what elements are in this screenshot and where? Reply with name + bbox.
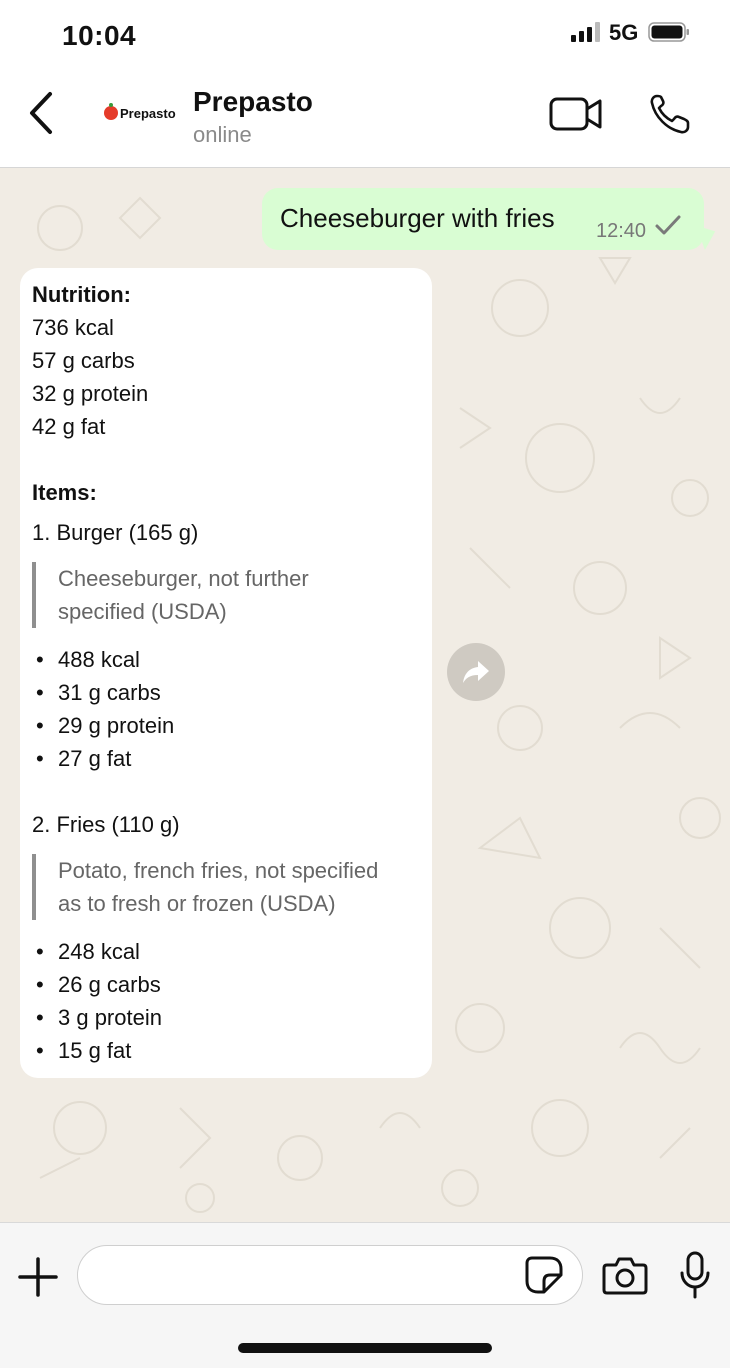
item-fact: 15 g fat bbox=[36, 1034, 131, 1067]
item-fact: 488 kcal bbox=[36, 643, 140, 676]
contact-status: online bbox=[193, 122, 252, 147]
item-description-line: Potato, french fries, not specified bbox=[58, 858, 379, 883]
signal-icon bbox=[571, 22, 600, 42]
items-label: Items: bbox=[32, 480, 97, 505]
sticker-icon[interactable] bbox=[524, 1255, 564, 1295]
item-title: 1. Burger (165 g) bbox=[32, 520, 199, 545]
plus-icon[interactable] bbox=[18, 1257, 58, 1297]
nutrition-label: Nutrition: bbox=[32, 282, 131, 307]
network-label: 5G bbox=[609, 20, 639, 45]
item-fact: 27 g fat bbox=[36, 742, 131, 775]
nutrition-carbs: 57 g carbs bbox=[32, 348, 135, 373]
item-description: Potato, french fries, not specified as t… bbox=[32, 854, 412, 920]
chevron-left-icon[interactable] bbox=[22, 88, 62, 138]
forward-arrow-icon bbox=[463, 661, 489, 683]
nutrition-protein: 32 g protein bbox=[32, 381, 149, 406]
phone-icon[interactable] bbox=[648, 92, 692, 136]
item-fact: 26 g carbs bbox=[36, 968, 161, 1001]
incoming-message[interactable]: Nutrition: 736 kcal 57 g carbs 32 g prot… bbox=[20, 268, 432, 1078]
video-camera-icon[interactable] bbox=[548, 94, 604, 134]
contact-name[interactable]: Prepasto bbox=[193, 86, 313, 118]
outgoing-message[interactable]: Cheeseburger with fries 12:40 bbox=[262, 188, 704, 250]
nutrition-fat: 42 g fat bbox=[32, 414, 106, 439]
camera-icon[interactable] bbox=[602, 1255, 648, 1295]
outgoing-message-text: Cheeseburger with fries bbox=[280, 203, 555, 233]
forward-button[interactable] bbox=[447, 643, 505, 701]
item-description-line: Cheeseburger, not further bbox=[58, 566, 309, 591]
avatar[interactable]: Prepasto bbox=[104, 92, 180, 134]
message-input[interactable] bbox=[77, 1245, 583, 1305]
item-description-line: as to fresh or frozen (USDA) bbox=[58, 891, 336, 916]
item-title: 2. Fries (110 g) bbox=[32, 812, 180, 837]
check-icon bbox=[655, 215, 681, 235]
nutrition-kcal: 736 kcal bbox=[32, 315, 114, 340]
item-fact: 31 g carbs bbox=[36, 676, 161, 709]
chat-header: Prepasto Prepasto online bbox=[0, 70, 730, 168]
item-fact: 248 kcal bbox=[36, 935, 140, 968]
status-bar: 10:04 5G bbox=[0, 0, 730, 70]
tomato-icon bbox=[104, 103, 118, 120]
chat-area[interactable]: Cheeseburger with fries 12:40 Nutrition:… bbox=[0, 168, 730, 1222]
microphone-icon[interactable] bbox=[678, 1251, 712, 1299]
message-time: 12:40 bbox=[596, 220, 647, 242]
item-description: Cheeseburger, not further specified (USD… bbox=[32, 562, 412, 628]
status-time: 10:04 bbox=[62, 20, 137, 51]
avatar-label: Prepasto bbox=[120, 105, 176, 121]
battery-icon bbox=[648, 22, 689, 42]
item-fact: 3 g protein bbox=[36, 1001, 162, 1034]
item-description-line: specified (USDA) bbox=[58, 599, 227, 624]
home-indicator bbox=[238, 1343, 492, 1353]
item-fact: 29 g protein bbox=[36, 709, 174, 742]
message-input-bar bbox=[0, 1222, 730, 1368]
